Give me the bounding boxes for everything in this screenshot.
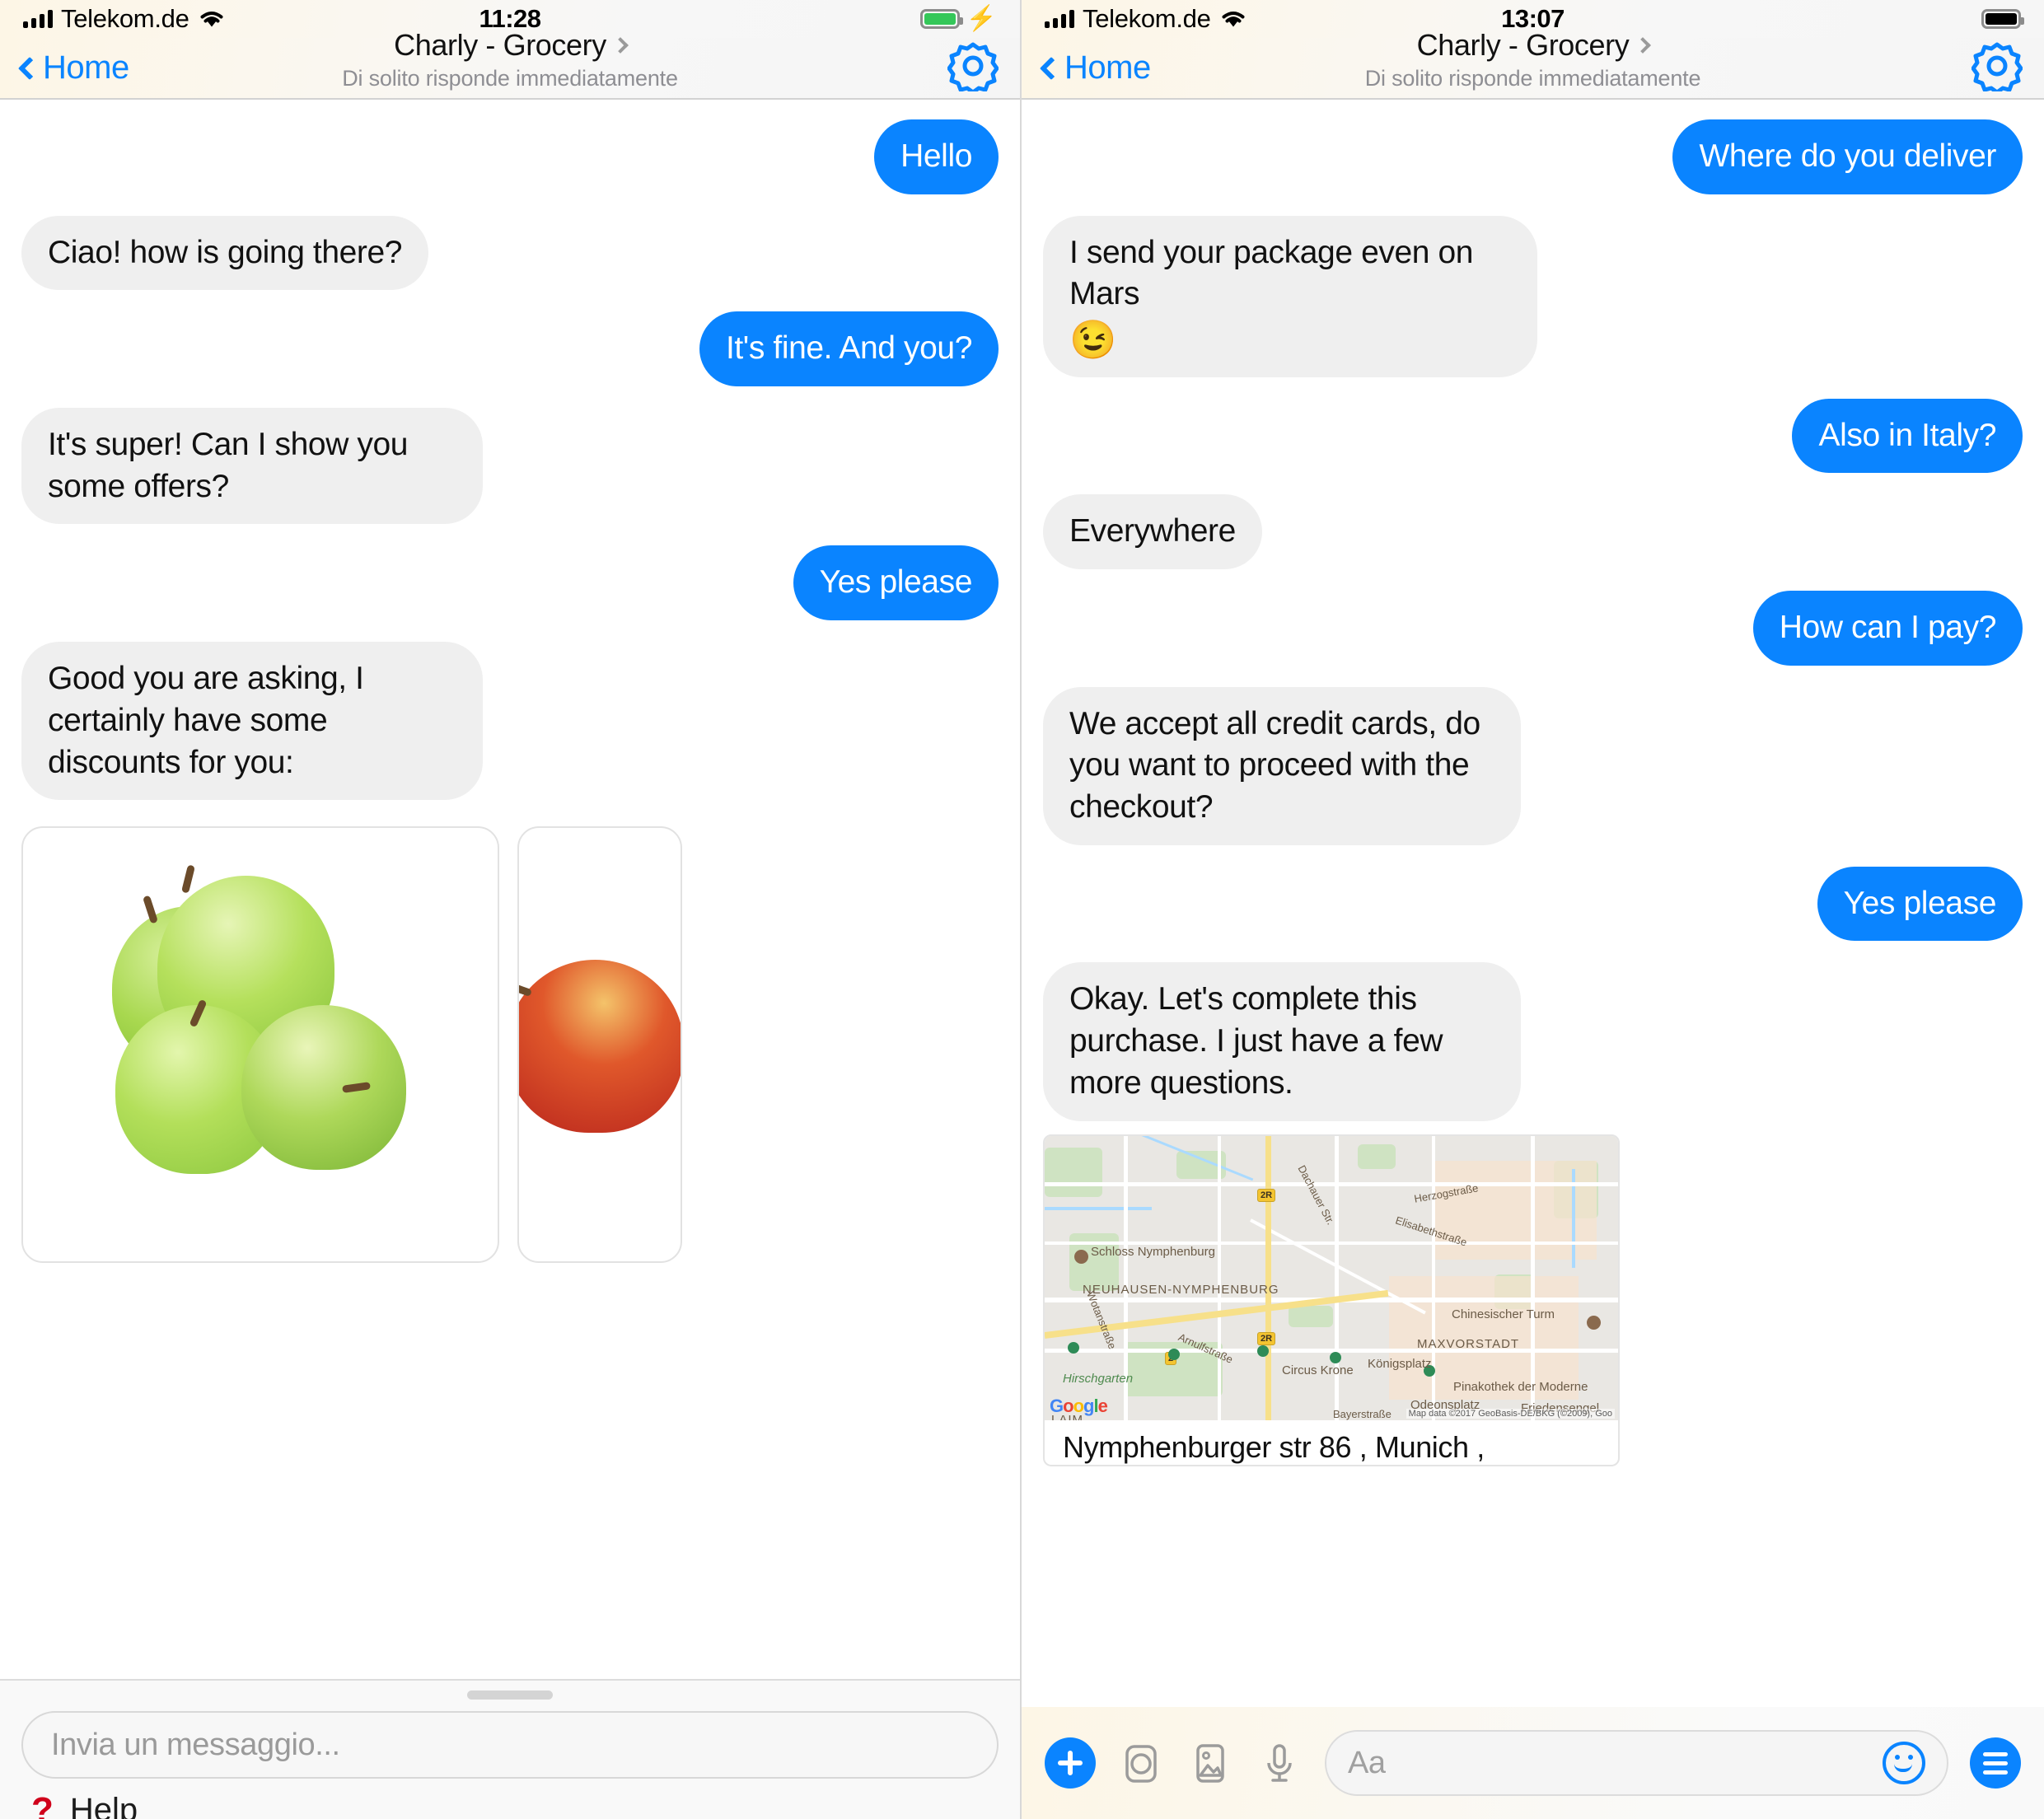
drag-handle-icon[interactable]: [467, 1690, 553, 1700]
message-bubble-outgoing[interactable]: Where do you deliver: [1672, 119, 2023, 194]
chevron-right-icon: [1635, 37, 1652, 54]
nav-bar-right: Home Charly - Grocery Di solito risponde…: [1022, 28, 2044, 100]
gear-icon: [1971, 42, 2023, 95]
back-button-label: Home: [1064, 49, 1151, 86]
battery-full-icon: [1981, 9, 2024, 29]
hamburger-menu-icon[interactable]: [1970, 1737, 2021, 1789]
message-input-left[interactable]: Invia un messaggio...: [21, 1711, 999, 1779]
message-bubble-incoming[interactable]: It's super! Can I show you some offers?: [21, 408, 483, 525]
conversation-subtitle: Di solito risponde immediatamente: [1364, 66, 1701, 91]
photo-gallery-icon[interactable]: [1186, 1739, 1234, 1787]
nav-title-block-left: Charly - Grocery Di solito risponde imme…: [0, 28, 1020, 91]
message-row: Hello: [21, 119, 999, 194]
question-mark-icon: ?: [31, 1789, 54, 1819]
camera-icon[interactable]: [1117, 1739, 1165, 1787]
message-row: Yes please: [1043, 866, 2023, 942]
help-label: Help: [69, 1792, 138, 1819]
message-row: Ciao! how is going there?: [21, 215, 999, 291]
message-thread-right[interactable]: Where do you deliver I send your package…: [1022, 100, 2044, 1819]
microphone-icon[interactable]: [1256, 1739, 1303, 1787]
plus-circle-icon[interactable]: [1045, 1737, 1096, 1789]
message-bubble-outgoing[interactable]: Yes please: [793, 545, 999, 621]
message-row: Yes please: [21, 545, 999, 621]
nav-title-block-right: Charly - Grocery Di solito risponde imme…: [1022, 28, 2044, 91]
back-button-label: Home: [43, 49, 129, 86]
product-carousel[interactable]: [0, 821, 1020, 1264]
status-bar-right-group: [1981, 9, 2024, 29]
message-input-right[interactable]: Aa: [1325, 1730, 1948, 1796]
message-text: I send your package even on Mars: [1069, 234, 1474, 312]
message-toolbar-right: Aa: [1022, 1707, 2044, 1819]
winking-face-emoji: 😉: [1069, 318, 1116, 362]
message-bubble-incoming[interactable]: Okay. Let's complete this purchase. I ju…: [1043, 962, 1521, 1121]
composer-left: Invia un messaggio... ? Help: [0, 1679, 1020, 1819]
status-bar-left-group: Telekom.de: [1045, 4, 1247, 34]
message-row: Also in Italy?: [1043, 398, 2023, 474]
message-list-right: Where do you deliver I send your package…: [1022, 100, 2044, 1128]
back-button-right[interactable]: Home: [1039, 49, 1151, 87]
message-row: We accept all credit cards, do you want …: [1043, 686, 2023, 845]
message-row: Where do you deliver: [1043, 119, 2023, 194]
settings-button-left[interactable]: [947, 40, 999, 96]
carrier-label: Telekom.de: [1083, 4, 1211, 33]
settings-button-right[interactable]: [1971, 40, 2023, 96]
map-attribution: Map data ©2017 GeoBasis-DE/BKG (©2009), …: [1406, 1408, 1615, 1419]
dual-screenshot-comparison: Telekom.de 11:28 ⚡ Home Charly - Grocery…: [0, 0, 2044, 1819]
message-row: It's super! Can I show you some offers?: [21, 408, 999, 525]
battery-charging-icon: [919, 9, 963, 29]
green-apples-product-card[interactable]: [21, 826, 499, 1264]
message-row: It's fine. And you?: [21, 311, 999, 387]
message-row: Everywhere: [1043, 494, 2023, 570]
message-input-placeholder: Invia un messaggio...: [51, 1727, 340, 1762]
conversation-subtitle: Di solito risponde immediatamente: [342, 66, 678, 91]
phone-screen-right: Telekom.de 13:07 Home Charly - Grocery D…: [1022, 0, 2044, 1819]
google-logo: Google: [1050, 1395, 1108, 1416]
message-row: Good you are asking, I certainly have so…: [21, 642, 999, 801]
status-bar-right: Telekom.de 13:07: [1022, 0, 2044, 38]
message-bubble-outgoing[interactable]: Also in Italy?: [1792, 398, 2023, 474]
chevron-left-icon: [17, 56, 42, 80]
status-bar-right-group: ⚡: [919, 5, 997, 32]
message-row: How can I pay?: [1043, 591, 2023, 666]
message-bubble-outgoing[interactable]: How can I pay?: [1752, 591, 2023, 666]
message-bubble-outgoing[interactable]: It's fine. And you?: [699, 311, 999, 387]
message-row: Okay. Let's complete this purchase. I ju…: [1043, 962, 2023, 1121]
wifi-icon: [1222, 12, 1245, 27]
red-apple-product-card[interactable]: [517, 826, 682, 1264]
status-bar-left: Telekom.de 11:28 ⚡: [0, 0, 1020, 38]
wifi-icon: [200, 12, 223, 27]
nav-bar-left: Home Charly - Grocery Di solito risponde…: [0, 28, 1020, 100]
message-thread-left[interactable]: Hello Ciao! how is going there? It's fin…: [0, 100, 1020, 1819]
phone-screen-left: Telekom.de 11:28 ⚡ Home Charly - Grocery…: [0, 0, 1022, 1819]
gear-icon: [947, 42, 999, 95]
message-bubble-incoming[interactable]: Everywhere: [1043, 494, 1262, 570]
map-image: 2R 2R 2 Schloss Nymphenburg NEUHAUSEN-NY…: [1045, 1135, 1618, 1420]
signal-bars-icon: [1045, 10, 1074, 28]
signal-bars-icon: [23, 10, 53, 28]
red-apple-image: [519, 828, 681, 1261]
location-map-card[interactable]: 2R 2R 2 Schloss Nymphenburg NEUHAUSEN-NY…: [1043, 1134, 1620, 1466]
message-input-placeholder: Aa: [1348, 1745, 1386, 1780]
help-row[interactable]: ? Help: [0, 1779, 1020, 1819]
chevron-left-icon: [1039, 56, 1064, 80]
green-apples-image: [23, 828, 498, 1261]
lightning-bolt-icon: ⚡: [966, 5, 997, 32]
plus-glyph-icon: [1058, 1751, 1083, 1775]
back-button-left[interactable]: Home: [17, 49, 129, 87]
message-bubble-outgoing[interactable]: Yes please: [1817, 866, 2023, 942]
status-bar-left-group: Telekom.de: [23, 4, 226, 34]
map-address-label: Nymphenburger str 86 , Munich ,: [1063, 1429, 1485, 1464]
message-bubble-incoming[interactable]: Ciao! how is going there?: [21, 215, 429, 291]
message-bubble-incoming[interactable]: I send your package even on Mars 😉: [1043, 215, 1537, 377]
message-row: I send your package even on Mars 😉: [1043, 215, 2023, 377]
message-bubble-outgoing[interactable]: Hello: [874, 119, 999, 194]
message-bubble-incoming[interactable]: Good you are asking, I certainly have so…: [21, 642, 483, 801]
message-list-left: Hello Ciao! how is going there? It's fin…: [0, 100, 1020, 821]
message-bubble-incoming[interactable]: We accept all credit cards, do you want …: [1043, 686, 1521, 845]
carrier-label: Telekom.de: [61, 4, 189, 33]
smiley-face-icon[interactable]: [1883, 1742, 1925, 1784]
chevron-right-icon: [611, 37, 629, 54]
